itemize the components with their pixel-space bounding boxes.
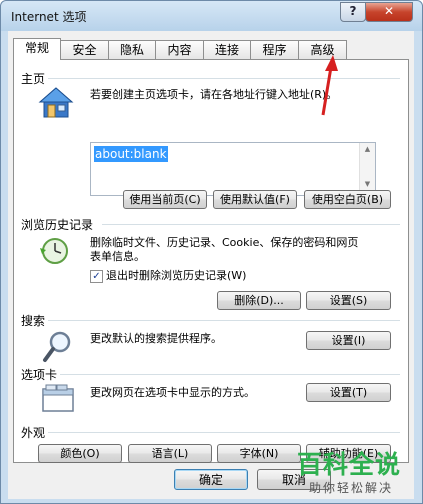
watermark-title: 百科全说 (297, 450, 402, 479)
watermark-logo: 百科全说 助你轻松解决 (297, 445, 419, 501)
annotation-arrow-icon (321, 55, 338, 116)
watermark-subtitle: 助你轻松解决 (309, 481, 394, 495)
internet-options-window: Internet 选项 ? ✕ 常规 安全 隐私 内容 连接 程序 高级 主页 … (0, 0, 423, 504)
tab-general[interactable]: 常规 (13, 38, 61, 60)
